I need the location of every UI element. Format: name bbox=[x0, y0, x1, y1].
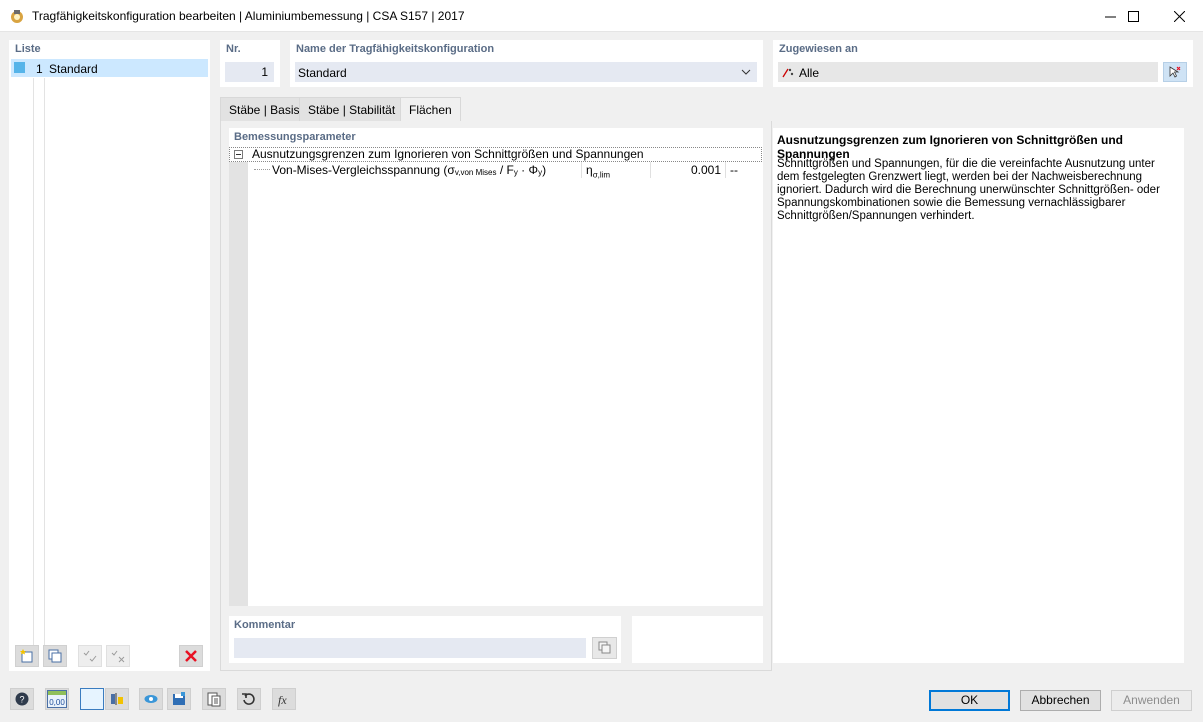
tab-members-basis[interactable]: Stäbe | Basis bbox=[220, 97, 309, 121]
pick-cursor-icon bbox=[1169, 66, 1181, 78]
info-text: Schnittgrößen und Spannungen, für die di… bbox=[777, 158, 1160, 222]
title-bar: Tragfähigkeitskonfiguration bearbeiten |… bbox=[0, 0, 1203, 32]
color-swatch-icon bbox=[14, 62, 25, 73]
new-item-icon bbox=[20, 649, 33, 663]
name-select[interactable]: Standard bbox=[295, 62, 757, 82]
color-button[interactable] bbox=[80, 688, 104, 710]
number-panel: Nr. 1 bbox=[220, 40, 280, 87]
copy-icon bbox=[48, 649, 62, 663]
display-settings-button[interactable] bbox=[105, 688, 129, 710]
uncheck-icon bbox=[111, 650, 125, 663]
assigned-field: Alle bbox=[778, 62, 1158, 82]
close-icon bbox=[1173, 10, 1185, 22]
view-button[interactable] bbox=[139, 688, 163, 710]
comment-input[interactable] bbox=[234, 638, 586, 658]
assigned-label: Zugewiesen an bbox=[779, 43, 858, 55]
design-parameters-title: Bemessungsparameter bbox=[234, 131, 356, 143]
formula-button[interactable]: fx bbox=[272, 688, 296, 710]
parameter-value-field[interactable]: 0.001 bbox=[652, 162, 726, 178]
design-parameters-panel: Bemessungsparameter Ausnutzungsgrenzen z… bbox=[229, 128, 763, 606]
comment-title: Kommentar bbox=[234, 619, 296, 631]
select-objects-button[interactable] bbox=[1163, 62, 1187, 82]
tree-connector bbox=[254, 169, 270, 170]
ok-button[interactable]: OK bbox=[929, 690, 1010, 711]
reset-button[interactable] bbox=[237, 688, 261, 710]
tab-surfaces[interactable]: Flächen bbox=[400, 97, 461, 122]
list-item-number: 1 bbox=[36, 62, 43, 76]
cancel-button[interactable]: Abbrechen bbox=[1020, 690, 1101, 711]
comment-side-panel bbox=[632, 616, 763, 663]
collapse-icon[interactable] bbox=[234, 150, 243, 159]
maximize-icon bbox=[1127, 10, 1139, 22]
window-title: Tragfähigkeitskonfiguration bearbeiten |… bbox=[32, 9, 465, 23]
comment-library-button[interactable] bbox=[592, 637, 617, 659]
objects-icon bbox=[782, 68, 794, 78]
units-button[interactable]: 0,00 bbox=[45, 688, 69, 710]
name-panel: Name der Tragfähigkeitskonfiguration Sta… bbox=[290, 40, 763, 87]
tree-line bbox=[44, 78, 45, 653]
undo-icon bbox=[242, 693, 255, 705]
number-field: 1 bbox=[225, 62, 274, 82]
name-select-value: Standard bbox=[298, 66, 347, 80]
list-panel: Liste 1 Standard bbox=[9, 40, 210, 671]
help-icon: ? bbox=[15, 692, 29, 706]
clipboard-icon bbox=[207, 692, 221, 707]
copy-settings-button[interactable] bbox=[202, 688, 226, 710]
svg-text:fx: fx bbox=[278, 693, 287, 707]
parameter-unit: -- bbox=[730, 163, 738, 177]
save-icon bbox=[173, 692, 185, 705]
copy-icon bbox=[598, 641, 610, 654]
info-panel: Ausnutzungsgrenzen zum Ignorieren von Sc… bbox=[773, 128, 1184, 663]
new-item-button[interactable] bbox=[15, 645, 39, 667]
apply-button[interactable]: Anwenden bbox=[1111, 690, 1192, 711]
formula-icon: fx bbox=[278, 693, 287, 707]
parameter-row[interactable]: Von-Mises-Vergleichsspannung (σv,von Mis… bbox=[248, 162, 762, 179]
parameter-group-row[interactable]: Ausnutzungsgrenzen zum Ignorieren von Sc… bbox=[229, 147, 762, 162]
list-item[interactable]: 1 Standard bbox=[11, 59, 208, 77]
display-settings-icon bbox=[111, 693, 123, 705]
tree-line bbox=[33, 78, 34, 653]
eye-icon bbox=[144, 695, 158, 703]
parameter-group-label: Ausnutzungsgrenzen zum Ignorieren von Sc… bbox=[252, 147, 644, 161]
delete-icon bbox=[185, 650, 197, 662]
list-title: Liste bbox=[15, 43, 41, 55]
close-button[interactable] bbox=[1156, 0, 1202, 32]
number-label: Nr. bbox=[226, 43, 241, 55]
assigned-value: Alle bbox=[799, 66, 820, 80]
copy-item-button[interactable] bbox=[43, 645, 67, 667]
assigned-panel: Zugewiesen an Alle bbox=[773, 40, 1193, 87]
units-icon: 0,00 bbox=[47, 690, 67, 708]
comment-panel: Kommentar bbox=[229, 616, 621, 663]
app-icon bbox=[11, 10, 23, 23]
tab-members-stability[interactable]: Stäbe | Stabilität bbox=[299, 97, 405, 121]
name-label: Name der Tragfähigkeitskonfiguration bbox=[296, 43, 495, 55]
check-all-button[interactable] bbox=[78, 645, 102, 667]
grid-row-header-strip bbox=[229, 147, 248, 606]
list-item-name: Standard bbox=[49, 62, 98, 76]
svg-text:?: ? bbox=[19, 695, 24, 705]
info-title: Ausnutzungsgrenzen zum Ignorieren von Sc… bbox=[777, 133, 1123, 161]
uncheck-all-button[interactable] bbox=[106, 645, 130, 667]
parameter-label: Von-Mises-Vergleichsspannung (σv,von Mis… bbox=[272, 163, 547, 177]
save-settings-button[interactable] bbox=[167, 688, 191, 710]
chevron-down-icon bbox=[741, 69, 751, 75]
parameter-symbol: ησ,lim bbox=[581, 162, 651, 179]
help-button[interactable]: ? bbox=[10, 688, 34, 710]
maximize-button[interactable] bbox=[1110, 0, 1156, 32]
delete-button[interactable] bbox=[179, 645, 203, 667]
checkmarks-icon bbox=[83, 650, 97, 662]
svg-text:0,00: 0,00 bbox=[49, 698, 65, 707]
